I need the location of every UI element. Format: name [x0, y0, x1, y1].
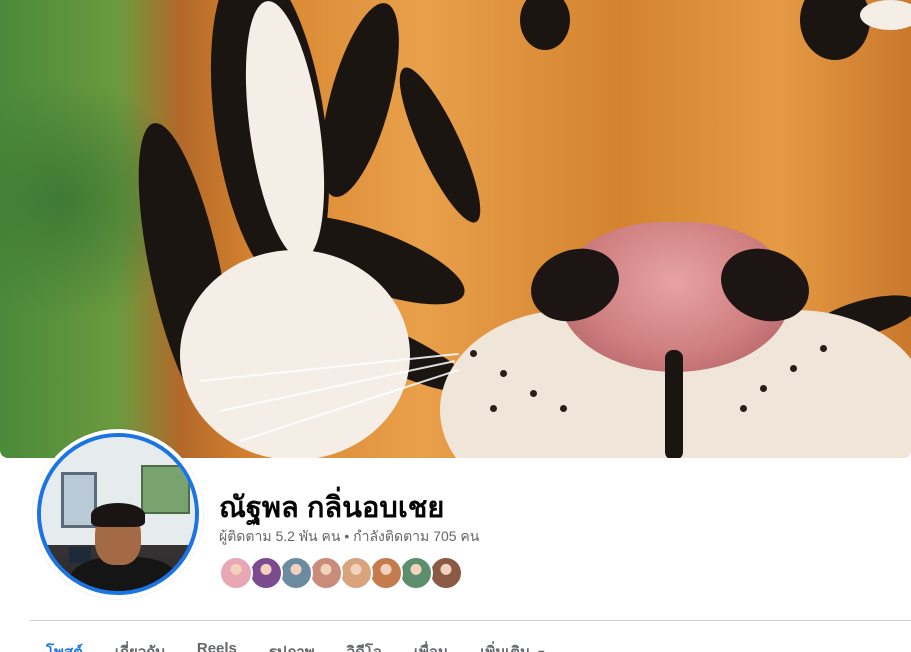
avatar-board	[141, 465, 190, 514]
tab-5[interactable]: เพื่อน	[398, 626, 464, 652]
cover-dot	[760, 385, 767, 392]
tab-3[interactable]: รูปภาพ	[253, 626, 331, 652]
profile-stats: ผู้ติดตาม 5.2 พัน คน • กำลังติดตาม 705 ค…	[219, 526, 479, 548]
cover-stripe	[520, 0, 570, 50]
following-link[interactable]: กำลังติดตาม 705 คน	[353, 528, 479, 544]
cover-photo[interactable]	[0, 0, 911, 458]
cover-stripe	[800, 0, 870, 60]
cover-dot	[470, 350, 477, 357]
friend-avatar[interactable]	[429, 556, 463, 590]
cover-mouth	[665, 350, 683, 458]
friend-avatar[interactable]	[339, 556, 373, 590]
tab-0[interactable]: โพสต์	[30, 626, 99, 652]
tab-label: รูปภาพ	[269, 644, 315, 652]
friend-avatar[interactable]	[399, 556, 433, 590]
cover-fur	[860, 0, 911, 30]
friend-avatar[interactable]	[249, 556, 283, 590]
tab-label: เพิ่มเติม	[480, 644, 530, 652]
cover-stripe	[385, 59, 495, 231]
avatar-hair	[91, 503, 145, 527]
friend-avatar-stack	[219, 556, 463, 590]
cover-dot	[490, 405, 497, 412]
tab-1[interactable]: เกี่ยวกับ	[99, 626, 181, 652]
cover-dot	[740, 405, 747, 412]
following-unit: คน	[460, 528, 480, 544]
cover-fur	[180, 250, 410, 458]
cover-dot	[820, 345, 827, 352]
tab-label: วิดีโอ	[347, 644, 382, 652]
tab-label: เพื่อน	[414, 644, 448, 652]
following-label: กำลังติดตาม	[353, 528, 430, 544]
stats-separator: •	[340, 528, 354, 544]
followers-link[interactable]: ผู้ติดตาม 5.2 พัน คน	[219, 528, 340, 544]
friend-avatar[interactable]	[219, 556, 253, 590]
friend-avatar[interactable]	[309, 556, 343, 590]
tab-2[interactable]: Reels	[181, 626, 253, 652]
cover-dot	[560, 405, 567, 412]
tab-label: เกี่ยวกับ	[115, 644, 165, 652]
tab-label: โพสต์	[46, 644, 83, 652]
cover-dot	[530, 390, 537, 397]
tab-6[interactable]: เพิ่มเติม ▼	[464, 626, 563, 652]
profile-avatar[interactable]	[37, 433, 199, 595]
followers-unit: คน	[321, 528, 341, 544]
followers-label: ผู้ติดตาม	[219, 528, 272, 544]
cover-dot	[500, 370, 507, 377]
profile-divider	[30, 620, 911, 621]
tab-4[interactable]: วิดีโอ	[331, 626, 398, 652]
tab-label: Reels	[196, 640, 237, 652]
caret-down-icon: ▼	[536, 648, 547, 652]
following-count: 705	[433, 528, 457, 544]
profile-name: ณัฐพล กลิ่นอบเชย	[219, 492, 445, 524]
friend-avatar[interactable]	[279, 556, 313, 590]
friend-avatar[interactable]	[369, 556, 403, 590]
profile-page: ณัฐพล กลิ่นอบเชย ผู้ติดตาม 5.2 พัน คน • …	[0, 0, 911, 652]
followers-count: 5.2 พัน	[275, 528, 318, 544]
cover-dot	[790, 365, 797, 372]
profile-tabs: โพสต์ เกี่ยวกับ Reels รูปภาพ วิดีโอ เพื่อน เพิ…	[30, 626, 563, 652]
